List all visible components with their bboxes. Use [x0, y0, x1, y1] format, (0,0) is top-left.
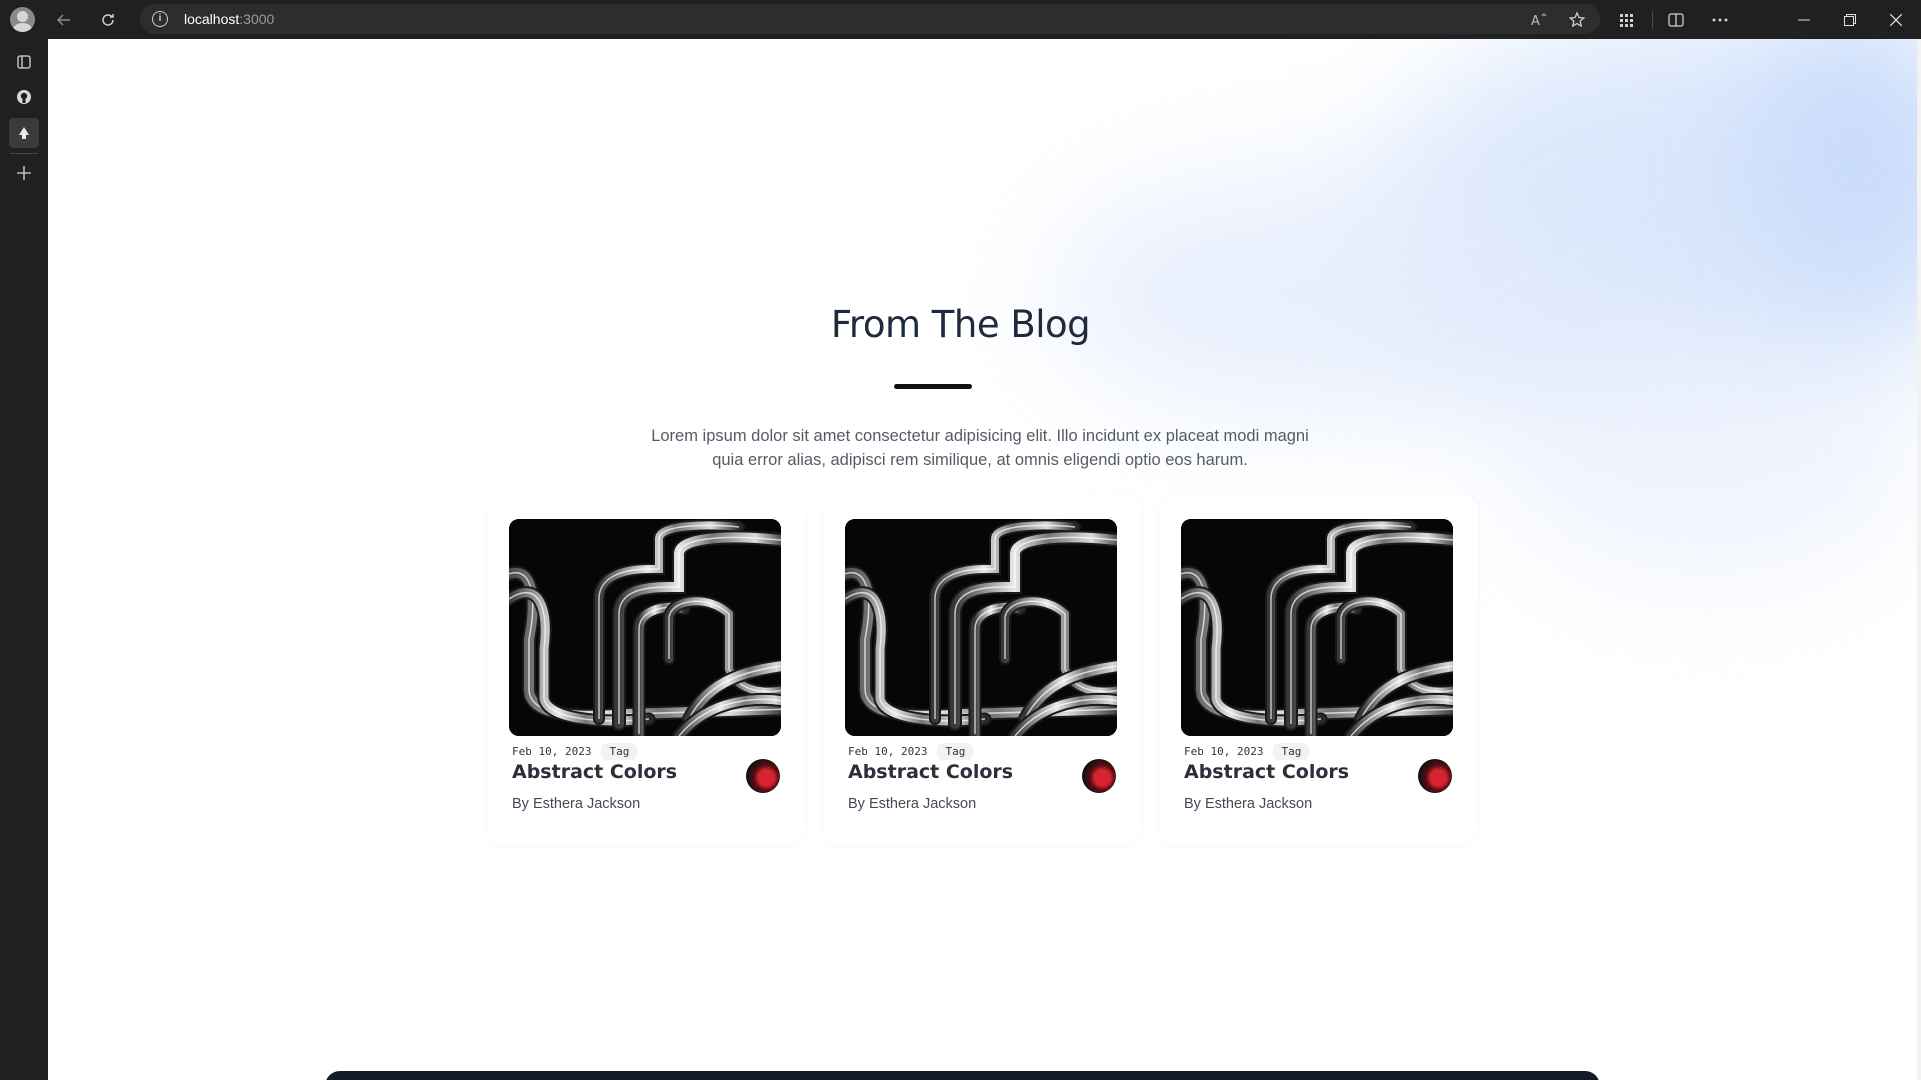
- post-author: By Esthera Jackson: [512, 796, 641, 812]
- post-title[interactable]: Abstract Colors: [1184, 761, 1349, 783]
- github-icon[interactable]: [9, 82, 39, 112]
- post-image[interactable]: [845, 519, 1117, 736]
- post-title[interactable]: Abstract Colors: [512, 761, 677, 783]
- split-screen-icon[interactable]: [1662, 6, 1690, 34]
- read-aloud-icon[interactable]: A: [1526, 6, 1554, 34]
- tabs-icon[interactable]: [9, 47, 39, 77]
- page-title: From The Blog: [830, 303, 1091, 346]
- restore-icon[interactable]: [1832, 6, 1868, 34]
- post-image[interactable]: [509, 519, 781, 736]
- post-author: By Esthera Jackson: [1184, 796, 1313, 812]
- author-avatar: [746, 759, 780, 793]
- post-image[interactable]: [1181, 519, 1453, 736]
- minimize-icon[interactable]: [1786, 6, 1822, 34]
- address-bar[interactable]: i localhost:3000: [140, 4, 1600, 34]
- add-icon[interactable]: [9, 158, 39, 188]
- blog-card[interactable]: Feb 10, 2023 Tag Abstract Colors By Esth…: [488, 495, 806, 845]
- background-glow: [1498, 339, 1918, 589]
- footer-bar: [325, 1071, 1600, 1080]
- post-tag[interactable]: Tag: [601, 743, 638, 760]
- post-date: Feb 10, 2023: [512, 745, 592, 758]
- author-avatar: [1082, 759, 1116, 793]
- site-info-icon[interactable]: i: [152, 11, 168, 27]
- toolbar-divider: [1652, 11, 1653, 29]
- author-avatar: [1418, 759, 1452, 793]
- title-underline: [894, 384, 972, 389]
- sidebar-divider: [10, 153, 38, 154]
- post-tag[interactable]: Tag: [937, 743, 974, 760]
- page-scrollbar[interactable]: [1917, 39, 1921, 1080]
- address-url: localhost:3000: [184, 11, 275, 27]
- extensions-icon[interactable]: [1612, 6, 1640, 34]
- post-meta: Feb 10, 2023 Tag: [512, 743, 638, 760]
- post-meta: Feb 10, 2023 Tag: [848, 743, 974, 760]
- section-description: Lorem ipsum dolor sit amet consectetur a…: [651, 427, 1309, 469]
- app-shortcut-icon[interactable]: [9, 118, 39, 148]
- profile-avatar[interactable]: [10, 7, 35, 32]
- post-date: Feb 10, 2023: [1184, 745, 1264, 758]
- post-author: By Esthera Jackson: [848, 796, 977, 812]
- svg-text:A: A: [1531, 14, 1540, 28]
- close-icon[interactable]: [1878, 6, 1914, 34]
- favorites-icon[interactable]: [1563, 6, 1591, 34]
- refresh-icon[interactable]: [94, 6, 122, 34]
- post-meta: Feb 10, 2023 Tag: [1184, 743, 1310, 760]
- browser-sidebar: [0, 39, 48, 1080]
- blog-card[interactable]: Feb 10, 2023 Tag Abstract Colors By Esth…: [1160, 495, 1478, 845]
- post-tag[interactable]: Tag: [1273, 743, 1310, 760]
- blog-card[interactable]: Feb 10, 2023 Tag Abstract Colors By Esth…: [824, 495, 1142, 845]
- background-glow: [1048, 169, 1598, 419]
- post-date: Feb 10, 2023: [848, 745, 928, 758]
- back-icon[interactable]: [50, 6, 78, 34]
- more-menu-icon[interactable]: [1706, 6, 1734, 34]
- post-title[interactable]: Abstract Colors: [848, 761, 1013, 783]
- browser-titlebar: i localhost:3000 A: [0, 0, 1921, 39]
